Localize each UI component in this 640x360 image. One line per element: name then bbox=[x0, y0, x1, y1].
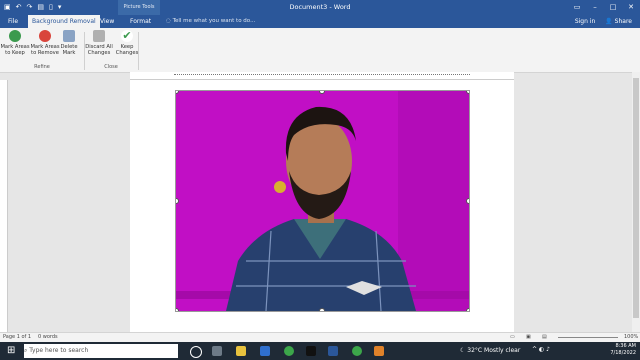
vertical-ruler[interactable] bbox=[0, 80, 8, 332]
tiktok-icon[interactable] bbox=[306, 346, 316, 356]
cortana-icon[interactable] bbox=[190, 346, 202, 358]
resize-handle-s[interactable] bbox=[319, 308, 325, 311]
print-layout-icon[interactable]: ▣ bbox=[526, 334, 531, 340]
resize-handle-sw[interactable] bbox=[176, 308, 179, 311]
maximize-icon[interactable]: □ bbox=[604, 0, 622, 15]
group-separator bbox=[138, 32, 139, 70]
tab-background-removal[interactable]: Background Removal bbox=[28, 15, 100, 28]
weather-widget[interactable]: ☾ 32°C Mostly clear bbox=[460, 342, 520, 360]
discard-label: Discard All Changes bbox=[85, 44, 113, 56]
title-bar: ▣ ↶ ↷ ▤ ▯ ▾ Picture Tools Document3 - Wo… bbox=[0, 0, 640, 15]
search-placeholder: Type here to search bbox=[29, 347, 89, 354]
mark-areas-to-keep-button[interactable]: Mark Areas to Keep bbox=[0, 30, 30, 56]
delete-mark-label: Delete Mark bbox=[60, 44, 78, 56]
ribbon-options-icon[interactable]: ▭ bbox=[568, 0, 586, 15]
discard-icon bbox=[93, 30, 105, 42]
zoom-level[interactable]: 100% bbox=[624, 334, 638, 340]
mail-icon[interactable] bbox=[260, 346, 270, 356]
vertical-scrollbar[interactable] bbox=[632, 72, 640, 332]
tab-file[interactable]: File bbox=[4, 15, 22, 28]
share-button[interactable]: 👤 Share bbox=[605, 15, 632, 28]
clock-time: 8:36 AM bbox=[615, 343, 636, 349]
minus-icon bbox=[39, 30, 51, 42]
tell-me-text: Tell me what you want to do... bbox=[172, 18, 256, 24]
minimize-icon[interactable]: – bbox=[586, 0, 604, 15]
person-photo bbox=[176, 91, 469, 311]
share-icon: 👤 bbox=[605, 18, 615, 25]
page-count[interactable]: Page 1 of 1 bbox=[3, 334, 31, 340]
clock[interactable]: 8:36 AM 7/18/2022 bbox=[610, 343, 636, 357]
taskbar: ⊞ ⌕ Type here to search ☾ 32°C Mostly cl… bbox=[0, 342, 640, 360]
chrome-icon-2[interactable] bbox=[352, 346, 362, 356]
resize-handle-ne[interactable] bbox=[466, 91, 469, 94]
tell-me-search[interactable]: ◌ Tell me what you want to do... bbox=[166, 15, 255, 28]
web-layout-icon[interactable]: ▤ bbox=[542, 334, 547, 340]
resize-handle-se[interactable] bbox=[466, 308, 469, 311]
app-icon[interactable] bbox=[374, 346, 384, 356]
ruler-ticks bbox=[174, 74, 470, 78]
file-explorer-icon[interactable] bbox=[236, 346, 246, 356]
taskbar-search[interactable]: ⌕ Type here to search bbox=[24, 344, 178, 358]
share-label: Share bbox=[614, 18, 632, 25]
temperature: 32°C bbox=[467, 347, 483, 354]
close-icon[interactable]: ✕ bbox=[622, 0, 640, 15]
tab-format[interactable]: Format bbox=[126, 15, 155, 28]
plus-icon bbox=[9, 30, 21, 42]
windows-start-icon[interactable]: ⊞ bbox=[7, 345, 15, 356]
word-count[interactable]: 0 words bbox=[38, 334, 58, 340]
read-mode-icon[interactable]: ▭ bbox=[510, 334, 515, 340]
eraser-icon bbox=[63, 30, 75, 42]
group-close-label: Close bbox=[104, 64, 118, 70]
group-refine-label: Refine bbox=[34, 64, 50, 70]
delete-mark-button[interactable]: Delete Mark bbox=[56, 30, 82, 56]
sign-in-link[interactable]: Sign in bbox=[575, 15, 595, 28]
document-title: Document3 - Word bbox=[289, 3, 351, 11]
window-controls: ▭ – □ ✕ bbox=[568, 0, 640, 15]
scrollbar-thumb[interactable] bbox=[633, 78, 639, 318]
ribbon: Mark Areas to Keep Mark Areas to Remove … bbox=[0, 28, 640, 73]
weather-text: Mostly clear bbox=[484, 347, 521, 354]
chrome-icon[interactable] bbox=[284, 346, 294, 356]
discard-all-changes-button[interactable]: Discard All Changes bbox=[84, 30, 114, 56]
task-view-icon[interactable] bbox=[212, 346, 222, 356]
check-icon: ✔ bbox=[121, 29, 133, 42]
horizontal-ruler[interactable] bbox=[130, 72, 514, 80]
keep-label: Keep Changes bbox=[115, 44, 139, 56]
clock-date: 7/18/2022 bbox=[610, 350, 636, 356]
tab-view[interactable]: View bbox=[96, 15, 118, 28]
zoom-slider[interactable] bbox=[558, 337, 618, 338]
tray-icons[interactable]: ^ ◐ ♪ bbox=[532, 346, 550, 353]
resize-handle-e[interactable] bbox=[466, 198, 469, 204]
selected-picture[interactable] bbox=[175, 90, 470, 312]
mark-keep-label: Mark Areas to Keep bbox=[0, 44, 30, 56]
word-icon[interactable] bbox=[328, 346, 338, 356]
account-area: Sign in 👤 Share bbox=[575, 15, 632, 28]
ribbon-tabs: File Background Removal View Format ◌ Te… bbox=[0, 15, 640, 28]
